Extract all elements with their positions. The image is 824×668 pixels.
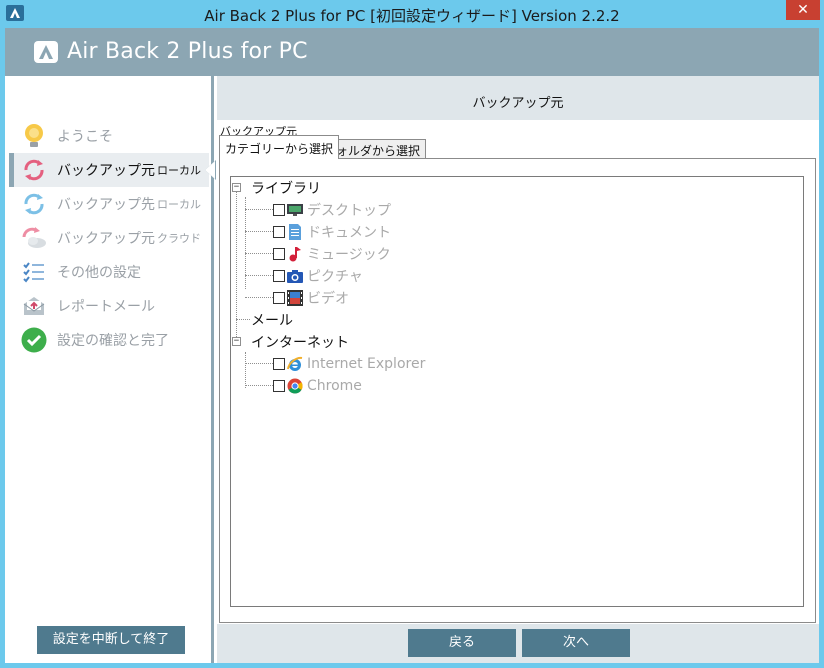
step-sublabel: クラウド xyxy=(157,232,201,245)
tab-panel: − ライブラリ デスクトップ ドキュメント ミュージック ピクチャ ビデオ メー… xyxy=(219,158,816,623)
step-backup-source-cloud[interactable]: バックアップ元 クラウド xyxy=(9,221,209,255)
main-title-bar: バックアップ元 xyxy=(217,76,819,120)
tree-node-internet-explorer[interactable]: Internet Explorer xyxy=(273,354,425,374)
wizard-footer xyxy=(217,624,819,663)
node-label: ドキュメント xyxy=(307,225,391,241)
tree-connector xyxy=(245,297,273,298)
internet-collapse-toggle[interactable]: − xyxy=(232,337,241,346)
node-label: Internet Explorer xyxy=(307,356,426,372)
node-label: インターネット xyxy=(251,335,349,351)
step-label: バックアップ元 xyxy=(57,231,155,247)
internet-explorer-checkbox[interactable] xyxy=(273,358,285,370)
film-icon xyxy=(287,290,303,306)
wizard-window: Air Back 2 Plus for PC ようこそ バックアップ元 ローカル… xyxy=(5,28,819,663)
check-circle-icon xyxy=(21,327,47,353)
step-backup-source-local[interactable]: バックアップ元 ローカル xyxy=(9,153,216,187)
pictures-checkbox[interactable] xyxy=(273,270,285,282)
main-pane: バックアップ元 バックアップ元 カテゴリーから選択 フォルダから選択 − ライブ… xyxy=(217,76,819,663)
tree-connector xyxy=(236,191,237,343)
tree-connector xyxy=(245,275,273,276)
checklist-icon xyxy=(21,259,47,285)
step-label: 設定の確認と完了 xyxy=(57,333,169,349)
video-checkbox[interactable] xyxy=(273,292,285,304)
step-report-mail[interactable]: レポートメール xyxy=(9,289,209,323)
chrome-checkbox[interactable] xyxy=(273,380,285,392)
tree-node-library[interactable]: ライブラリ xyxy=(251,178,321,198)
page-title: バックアップ元 xyxy=(472,96,564,111)
node-label: メール xyxy=(251,313,293,329)
sync-pink-icon xyxy=(21,157,47,183)
window-title: Air Back 2 Plus for PC [初回設定ウィザード] Versi… xyxy=(204,7,620,25)
next-button[interactable]: 次へ xyxy=(522,629,630,657)
lightbulb-icon xyxy=(21,123,47,149)
chrome-icon xyxy=(287,378,303,394)
tree-connector xyxy=(245,385,273,386)
step-sublabel: ローカル xyxy=(157,164,201,177)
node-label: ライブラリ xyxy=(251,181,321,197)
step-confirm-finish[interactable]: 設定の確認と完了 xyxy=(9,323,209,357)
step-label: バックアップ先 xyxy=(57,197,155,213)
app-header: Air Back 2 Plus for PC xyxy=(5,28,819,76)
category-tree[interactable]: − ライブラリ デスクトップ ドキュメント ミュージック ピクチャ ビデオ メー… xyxy=(230,176,804,607)
tree-node-chrome[interactable]: Chrome xyxy=(273,376,362,396)
tree-node-documents[interactable]: ドキュメント xyxy=(273,222,391,242)
tree-node-mail[interactable]: メール xyxy=(251,310,293,330)
active-step-pointer xyxy=(205,160,216,180)
wizard-steps-sidebar: ようこそ バックアップ元 ローカル バックアップ先 ローカル バックアップ元 ク… xyxy=(5,76,216,663)
close-button[interactable]: ✕ xyxy=(786,0,820,20)
tree-connector xyxy=(236,319,250,320)
step-welcome[interactable]: ようこそ xyxy=(9,119,209,153)
tree-node-internet[interactable]: インターネット xyxy=(251,332,349,352)
desktop-icon xyxy=(287,202,303,218)
node-label: ミュージック xyxy=(307,247,391,263)
step-other-settings[interactable]: その他の設定 xyxy=(9,255,209,289)
node-label: Chrome xyxy=(307,378,362,394)
tree-connector xyxy=(245,363,273,364)
node-label: デスクトップ xyxy=(307,203,391,219)
node-label: ビデオ xyxy=(307,291,349,307)
step-label: その他の設定 xyxy=(57,265,141,281)
tree-connector xyxy=(245,231,273,232)
tree-node-video[interactable]: ビデオ xyxy=(273,288,349,308)
internet-explorer-icon xyxy=(287,356,303,372)
step-label: ようこそ xyxy=(57,129,113,145)
tree-node-pictures[interactable]: ピクチャ xyxy=(273,266,363,286)
step-backup-destination-local[interactable]: バックアップ先 ローカル xyxy=(9,187,209,221)
tree-connector xyxy=(245,352,246,388)
abort-setup-button[interactable]: 設定を中断して終了 xyxy=(37,626,185,654)
desktop-checkbox[interactable] xyxy=(273,204,285,216)
brand-name: Air Back 2 Plus for PC xyxy=(67,39,308,64)
tab-select-by-category[interactable]: カテゴリーから選択 xyxy=(219,135,340,159)
library-collapse-toggle[interactable]: − xyxy=(232,183,241,192)
step-sublabel: ローカル xyxy=(157,198,201,211)
node-label: ピクチャ xyxy=(307,269,363,285)
camera-icon xyxy=(287,268,303,284)
tree-node-desktop[interactable]: デスクトップ xyxy=(273,200,391,220)
tree-node-music[interactable]: ミュージック xyxy=(273,244,391,264)
documents-checkbox[interactable] xyxy=(273,226,285,238)
music-note-icon xyxy=(287,246,303,262)
step-label: レポートメール xyxy=(57,299,155,315)
tree-connector xyxy=(245,253,273,254)
step-label: バックアップ元 xyxy=(57,163,155,179)
cloud-sync-icon xyxy=(21,225,47,251)
sync-blue-icon xyxy=(21,191,47,217)
document-icon xyxy=(287,224,303,240)
window-titlebar: Air Back 2 Plus for PC [初回設定ウィザード] Versi… xyxy=(0,0,824,28)
tree-connector xyxy=(245,209,273,210)
back-button[interactable]: 戻る xyxy=(408,629,516,657)
brand-logo-icon xyxy=(34,41,58,63)
mail-icon xyxy=(21,293,47,319)
music-checkbox[interactable] xyxy=(273,248,285,260)
